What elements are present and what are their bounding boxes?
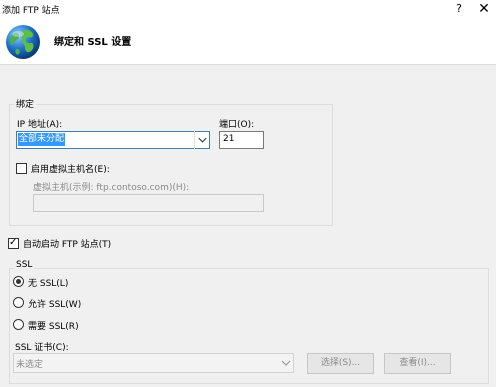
auto-start-checkbox[interactable]: ✓: [8, 237, 19, 249]
window-title: 添加 FTP 站点: [2, 6, 60, 16]
ssl-certificate-value: 未选定: [16, 360, 44, 370]
port-input[interactable]: 21: [219, 131, 264, 149]
title-bar: [0, 0, 496, 20]
allow-ssl-radio[interactable]: [13, 297, 24, 308]
page-title: 绑定和 SSL 设置: [54, 37, 132, 48]
virtual-host-checkbox[interactable]: [16, 163, 27, 174]
allow-ssl-label: 允许 SSL(W): [28, 300, 82, 310]
no-ssl-label: 无 SSL(L): [28, 279, 69, 289]
auto-start-label: 自动启动 FTP 站点(T): [23, 240, 112, 250]
globe-icon: [6, 25, 40, 59]
port-label: 端口(O):: [219, 120, 255, 130]
binding-legend: 绑定: [14, 97, 37, 110]
radio-selected-dot: [16, 279, 21, 284]
ssl-certificate-select[interactable]: [13, 353, 294, 373]
virtual-host-input[interactable]: [33, 194, 264, 212]
close-button[interactable]: ✕: [476, 1, 492, 17]
require-ssl-label: 需要 SSL(R): [28, 322, 79, 332]
ssl-legend: SSL: [14, 260, 35, 270]
no-ssl-radio[interactable]: [13, 276, 24, 287]
select-certificate-button[interactable]: 选择(S)...: [307, 353, 374, 374]
view-certificate-button[interactable]: 查看(I)...: [384, 353, 451, 374]
ssl-certificate-label: SSL 证书(C):: [15, 343, 69, 353]
checkmark-icon: ✓: [9, 237, 18, 248]
ip-address-value: 全部未分配: [18, 133, 66, 146]
chevron-down-icon[interactable]: [278, 353, 294, 373]
virtual-host-checkbox-label: 启用虚拟主机名(E):: [31, 165, 110, 175]
virtual-host-label: 虚拟主机(示例: ftp.contoso.com)(H):: [33, 183, 190, 193]
ip-address-label: IP 地址(A):: [17, 120, 63, 130]
require-ssl-radio[interactable]: [13, 319, 24, 330]
help-button[interactable]: ?: [452, 1, 466, 17]
chevron-down-icon[interactable]: [194, 131, 210, 149]
